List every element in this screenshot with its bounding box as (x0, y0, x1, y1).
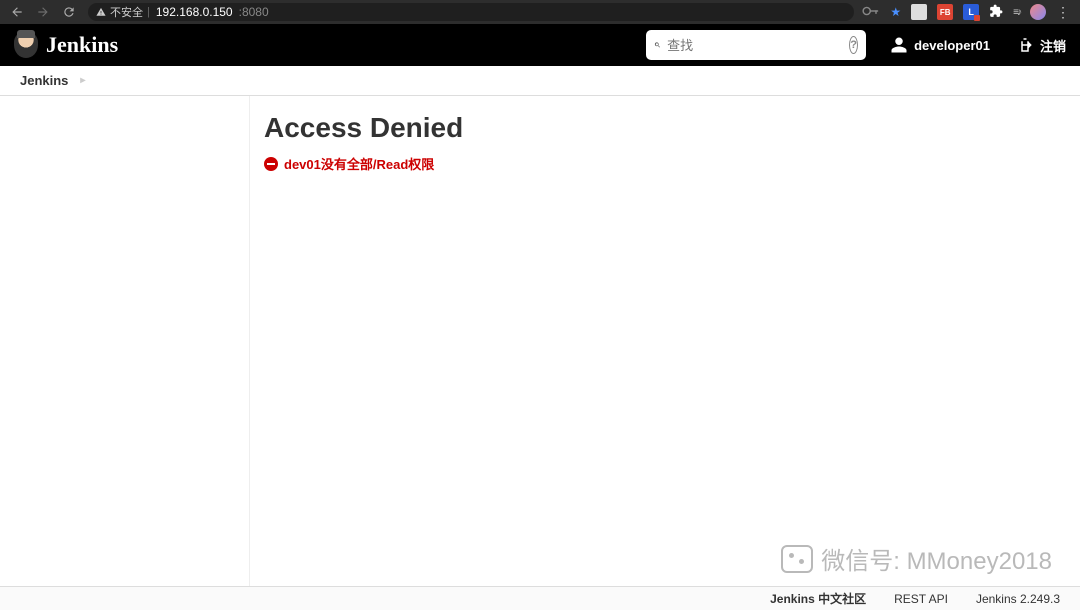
extensions-menu-icon[interactable] (989, 4, 1003, 21)
breadcrumb: Jenkins ▸ (0, 66, 1080, 96)
extension-icon-2[interactable]: FB (937, 4, 953, 20)
extension-icon-1[interactable] (911, 4, 927, 20)
jenkins-logo[interactable]: Jenkins (14, 32, 118, 58)
reload-button[interactable] (62, 5, 76, 19)
bookmark-star-icon[interactable]: ★ (890, 5, 901, 19)
main-layout: Access Denied dev01没有全部/Read权限 (0, 96, 1080, 586)
logout-text: 注销 (1040, 36, 1066, 55)
main-content: Access Denied dev01没有全部/Read权限 (250, 96, 1080, 586)
page-title: Access Denied (264, 112, 1066, 144)
footer-community-link[interactable]: Jenkins 中文社区 (770, 590, 866, 607)
profile-avatar[interactable] (1030, 4, 1046, 20)
url-port: :8080 (239, 5, 269, 19)
insecure-label: 不安全 (110, 4, 143, 20)
breadcrumb-root[interactable]: Jenkins (20, 73, 68, 88)
footer-version: Jenkins 2.249.3 (976, 592, 1060, 606)
key-icon[interactable] (862, 5, 880, 19)
extension-icon-3[interactable]: L (963, 4, 979, 20)
logout-link[interactable]: 注销 (1016, 36, 1066, 55)
user-icon (890, 36, 908, 54)
footer: Jenkins 中文社区 REST API Jenkins 2.249.3 (0, 586, 1080, 610)
url-host: 192.168.0.150 (156, 5, 233, 19)
footer-rest-api-link[interactable]: REST API (894, 592, 948, 606)
url-bar[interactable]: 不安全 | 192.168.0.150 :8080 (88, 3, 854, 21)
search-icon (654, 37, 661, 53)
logout-icon (1016, 36, 1034, 54)
error-icon (264, 157, 278, 171)
search-box[interactable]: ? (646, 30, 866, 60)
jenkins-brand-text: Jenkins (46, 32, 118, 58)
search-input[interactable] (667, 38, 843, 53)
error-message: dev01没有全部/Read权限 (264, 154, 1066, 173)
forward-button[interactable] (36, 5, 50, 19)
error-text: dev01没有全部/Read权限 (284, 154, 434, 173)
browser-chrome: 不安全 | 192.168.0.150 :8080 ★ FB L ≡♪ ⋮ (0, 0, 1080, 24)
jenkins-header: Jenkins ? developer01 注销 (0, 24, 1080, 66)
search-help-icon[interactable]: ? (849, 36, 858, 54)
username-text: developer01 (914, 38, 990, 53)
media-control-icon[interactable]: ≡♪ (1013, 7, 1020, 18)
extension-icons: ★ FB L ≡♪ ⋮ (862, 4, 1074, 21)
back-button[interactable] (10, 5, 24, 19)
sidebar (0, 96, 250, 586)
nav-controls (6, 5, 80, 19)
browser-menu-icon[interactable]: ⋮ (1056, 4, 1070, 21)
breadcrumb-separator-icon: ▸ (80, 75, 85, 86)
jenkins-logo-icon (14, 32, 38, 58)
user-link[interactable]: developer01 (890, 36, 990, 54)
insecure-indicator: 不安全 | (96, 4, 150, 20)
